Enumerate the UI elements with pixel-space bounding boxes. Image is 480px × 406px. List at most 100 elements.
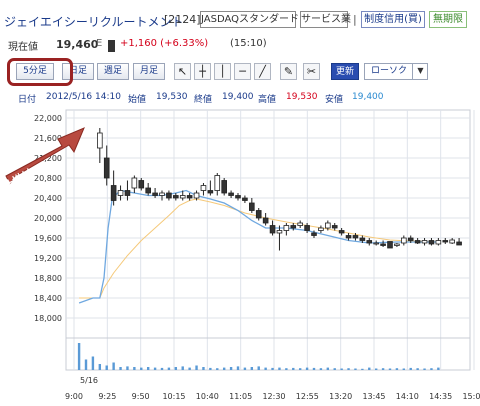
candle-body — [221, 180, 227, 194]
candle-body — [345, 235, 352, 239]
volume-bar — [84, 359, 88, 370]
volume-bar — [271, 367, 274, 370]
candle-body — [193, 192, 200, 199]
candle-body — [235, 195, 241, 199]
y-tick-label: 18,400 — [34, 294, 62, 303]
x-tick-label: 9:25 — [98, 392, 116, 401]
volume-bar — [105, 365, 108, 370]
candle-body — [435, 240, 442, 245]
volume-bar — [140, 367, 143, 370]
volume-bar — [119, 367, 122, 370]
candle-body — [366, 240, 373, 244]
volume-bar — [236, 366, 240, 370]
candle-body — [145, 187, 151, 194]
x-tick-label: 12:55 — [296, 392, 319, 401]
volume-bar — [250, 367, 254, 370]
volume-bar — [133, 367, 136, 370]
volume-bar — [77, 343, 81, 370]
y-tick-label: 22,000 — [34, 114, 62, 123]
volume-bar — [333, 368, 336, 370]
volume-bar — [354, 368, 357, 370]
candle-body — [179, 195, 186, 199]
volume-bar — [160, 367, 164, 370]
x-tick-label: 13:45 — [362, 392, 385, 401]
candle-body — [380, 243, 386, 246]
volume-bar — [326, 367, 330, 370]
volume-bar — [278, 367, 281, 370]
candle-body — [394, 243, 400, 246]
volume-bar — [416, 368, 419, 370]
volume-bar — [395, 368, 399, 370]
candle-body — [262, 217, 269, 224]
candle-body — [297, 222, 303, 226]
candle-body — [325, 222, 331, 229]
candle-body — [152, 192, 158, 196]
x-tick-label: 14:10 — [396, 392, 419, 401]
volume-bar — [153, 367, 157, 370]
candle-body — [414, 240, 421, 244]
volume-bar — [91, 356, 95, 370]
volume-bar — [216, 368, 219, 370]
volume-bar — [229, 367, 233, 370]
x-tick-label: 9:00 — [65, 392, 83, 401]
candle-body — [421, 240, 428, 244]
x-tick-label: 9:50 — [132, 392, 150, 401]
candle-body — [255, 210, 262, 219]
candle-body — [117, 190, 124, 196]
volume-bar — [305, 367, 309, 370]
volume-bar — [319, 368, 323, 370]
candle-body — [124, 190, 131, 196]
candle-body — [311, 232, 317, 236]
candle-body — [138, 180, 145, 189]
candle-body — [338, 230, 345, 234]
candle-body — [110, 185, 117, 201]
volume-bar — [174, 367, 178, 370]
y-tick-label: 21,600 — [34, 134, 62, 143]
volume-bar — [195, 365, 198, 370]
y-tick-label: 18,000 — [34, 314, 62, 323]
candle-body — [373, 242, 379, 245]
candle-body — [207, 190, 214, 194]
volume-bar — [340, 368, 343, 370]
volume-bar — [423, 368, 426, 370]
x-axis-labels: 9:00 9:25 9:50 10:15 10:40 11:05 12:30 12:55 13:… — [65, 392, 480, 401]
candle-body — [304, 225, 310, 231]
volume-bar — [298, 368, 302, 370]
volume-bar — [388, 368, 392, 370]
x-tick-label: 15:00 — [462, 392, 480, 401]
volume-bar — [312, 367, 316, 370]
candle-body — [228, 192, 234, 196]
volume-bar — [202, 367, 205, 370]
candle-body — [283, 225, 290, 231]
candle-body — [131, 177, 138, 189]
candlestick-chart[interactable]: 22,00021,60021,20020,80020,40020,00019,6… — [0, 0, 480, 406]
x-tick-label: 10:40 — [196, 392, 219, 401]
candle-body — [249, 202, 255, 211]
x-date-label: 5/16 — [80, 376, 98, 385]
candle-body — [331, 225, 338, 229]
volume-bar — [257, 366, 260, 370]
volume-bar — [374, 368, 378, 370]
volume-bar — [368, 367, 371, 370]
volume-bar — [181, 366, 184, 370]
candle-body — [214, 175, 221, 191]
candle-body — [387, 241, 393, 249]
volume-bar — [167, 367, 171, 370]
x-tick-label: 14:35 — [429, 392, 452, 401]
candle-body — [442, 240, 449, 243]
candle-body — [242, 197, 248, 201]
candle-body — [449, 239, 455, 244]
volume-bar — [292, 367, 295, 370]
x-tick-label: 11:05 — [229, 392, 252, 401]
y-tick-label: 20,800 — [34, 174, 62, 183]
candle-body — [186, 195, 193, 199]
volume-bar — [430, 368, 433, 370]
volume-bar — [98, 364, 102, 370]
y-axis-labels: 22,00021,60021,20020,80020,40020,00019,6… — [34, 114, 62, 323]
x-tick-label: 10:15 — [162, 392, 185, 401]
y-tick-label: 19,600 — [34, 234, 62, 243]
candle-body — [159, 192, 165, 196]
y-tick-label: 18,800 — [34, 274, 62, 283]
x-tick-label: 12:30 — [262, 392, 285, 401]
volume-bar — [112, 362, 115, 370]
